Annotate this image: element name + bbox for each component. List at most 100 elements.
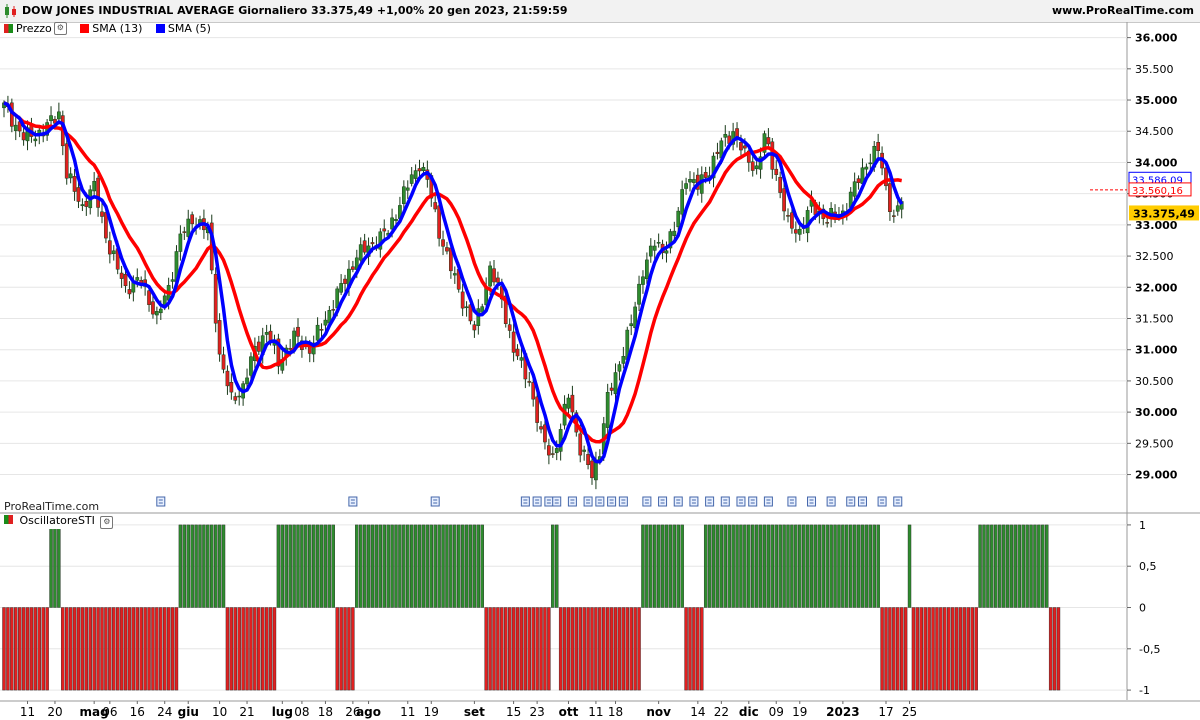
candle-body [731, 131, 735, 145]
legend-sma13[interactable]: SMA (13) [76, 22, 142, 35]
candle-body [217, 320, 222, 355]
oscillator-bar [194, 524, 198, 608]
oscillator-bar [198, 524, 202, 608]
oscillator-bar [237, 607, 241, 691]
oscillator-bar [864, 524, 869, 608]
oscillator-bar [931, 607, 935, 691]
oscillator-bar [33, 607, 38, 691]
event-icon [705, 496, 715, 507]
oscillator-bar [457, 524, 461, 608]
event-icon [348, 496, 358, 507]
oscillator-bar [986, 524, 990, 608]
candle-body [401, 186, 406, 204]
site-link[interactable]: www.ProRealTime.com [1052, 4, 1194, 17]
osc-tick-label: 0,5 [1139, 560, 1157, 573]
candle-body [449, 247, 453, 272]
candle-body [331, 309, 336, 311]
x-tick-label: 25 [902, 705, 917, 719]
price-legend: Prezzo ⚙ SMA (13) SMA (5) [0, 22, 217, 38]
oscillator-bar [453, 524, 457, 608]
oscillator-bar [108, 607, 112, 691]
y-tick-label: 36.000 [1135, 32, 1178, 45]
oscillator-bar [809, 524, 814, 608]
oscillator-bar [562, 607, 567, 691]
candle-body [45, 122, 49, 136]
oscillator-bar [943, 607, 947, 691]
oscillator-label: OscillatoreSTI [19, 514, 95, 527]
oscillator-bar [1041, 524, 1045, 608]
candle-body [80, 204, 85, 207]
oscillator-bar [300, 524, 304, 608]
oscillator-bar [817, 524, 822, 608]
candle-body [123, 273, 128, 287]
candle-body [292, 330, 296, 351]
sma5-line [3, 101, 904, 464]
candle-body [155, 311, 159, 316]
y-tick-label: 32.000 [1135, 281, 1178, 294]
candle-body [621, 356, 626, 364]
oscillator-bar [1017, 524, 1021, 608]
oscillator-bar [747, 524, 751, 608]
candle-body [852, 181, 857, 197]
oscillator-axis: 1 0,5 0 -0,5 -1 [1127, 519, 1160, 697]
oscillator-bar [331, 524, 335, 608]
oscillator-bar [696, 607, 700, 691]
candle-body [303, 344, 308, 347]
candle-body [307, 346, 312, 354]
candle-body [868, 162, 873, 165]
oscillator-bar [594, 607, 598, 691]
event-icon [544, 496, 554, 507]
oscillator-legend[interactable]: OscillatoreSTI ⚙ [0, 514, 114, 529]
candle-body [33, 138, 38, 142]
candle-body [562, 403, 567, 426]
candle-body [746, 150, 751, 163]
oscillator-bar [668, 524, 673, 608]
price-label-box [1128, 171, 1192, 186]
candle-body [786, 215, 790, 217]
candle-body [178, 233, 183, 252]
candle-body [166, 285, 171, 301]
oscillator-bar [692, 607, 696, 691]
chart-svg[interactable]: 36.000 35.500 35.000 34.500 34.000 33.500 33.0… [0, 0, 1200, 720]
oscillator-bar [629, 607, 633, 691]
oscillator-bar [970, 607, 974, 691]
oscillator-bar [778, 524, 782, 608]
candle-body [848, 191, 853, 208]
oscillator-bar [849, 524, 853, 608]
oscillator-bar [402, 524, 406, 608]
candle-body [433, 202, 438, 210]
candle-body [648, 245, 653, 257]
oscillator-bar [896, 607, 900, 691]
candle-body [445, 247, 449, 252]
oscillator-bar [155, 607, 159, 691]
oscillator-grid [0, 524, 1127, 691]
event-icon [807, 496, 817, 507]
candle-body [378, 231, 383, 250]
candle-body [809, 199, 814, 207]
legend-price[interactable]: Prezzo ⚙ [0, 22, 67, 35]
candle-body [319, 329, 324, 331]
candle-body [60, 115, 65, 147]
oscillator-wrench-icon[interactable]: ⚙ [100, 516, 114, 529]
oscillator-bar [504, 607, 508, 691]
legend-sma5[interactable]: SMA (5) [152, 22, 211, 35]
oscillator-bar [217, 524, 222, 608]
candle-body [774, 168, 779, 175]
oscillator-bar [590, 607, 594, 691]
candle-body [597, 456, 602, 461]
oscillator-bar [1009, 524, 1014, 608]
candle-body [860, 167, 865, 184]
oscillator-bar [170, 607, 175, 691]
oscillator-bar [892, 607, 896, 691]
x-tick-label: 24 [157, 705, 172, 719]
candle-body [429, 175, 434, 199]
x-tick-label: 11 [588, 705, 603, 719]
oscillator-bar [84, 607, 89, 691]
candle-body [805, 210, 810, 234]
wrench-icon[interactable]: ⚙ [53, 22, 67, 35]
oscillator-bar [292, 524, 296, 608]
oscillator-bar [96, 607, 100, 691]
price-axis: 36.000 35.500 35.000 34.500 34.000 33.500 33.0… [1127, 32, 1178, 482]
oscillator-bar [927, 607, 931, 691]
candle-body [684, 183, 688, 189]
